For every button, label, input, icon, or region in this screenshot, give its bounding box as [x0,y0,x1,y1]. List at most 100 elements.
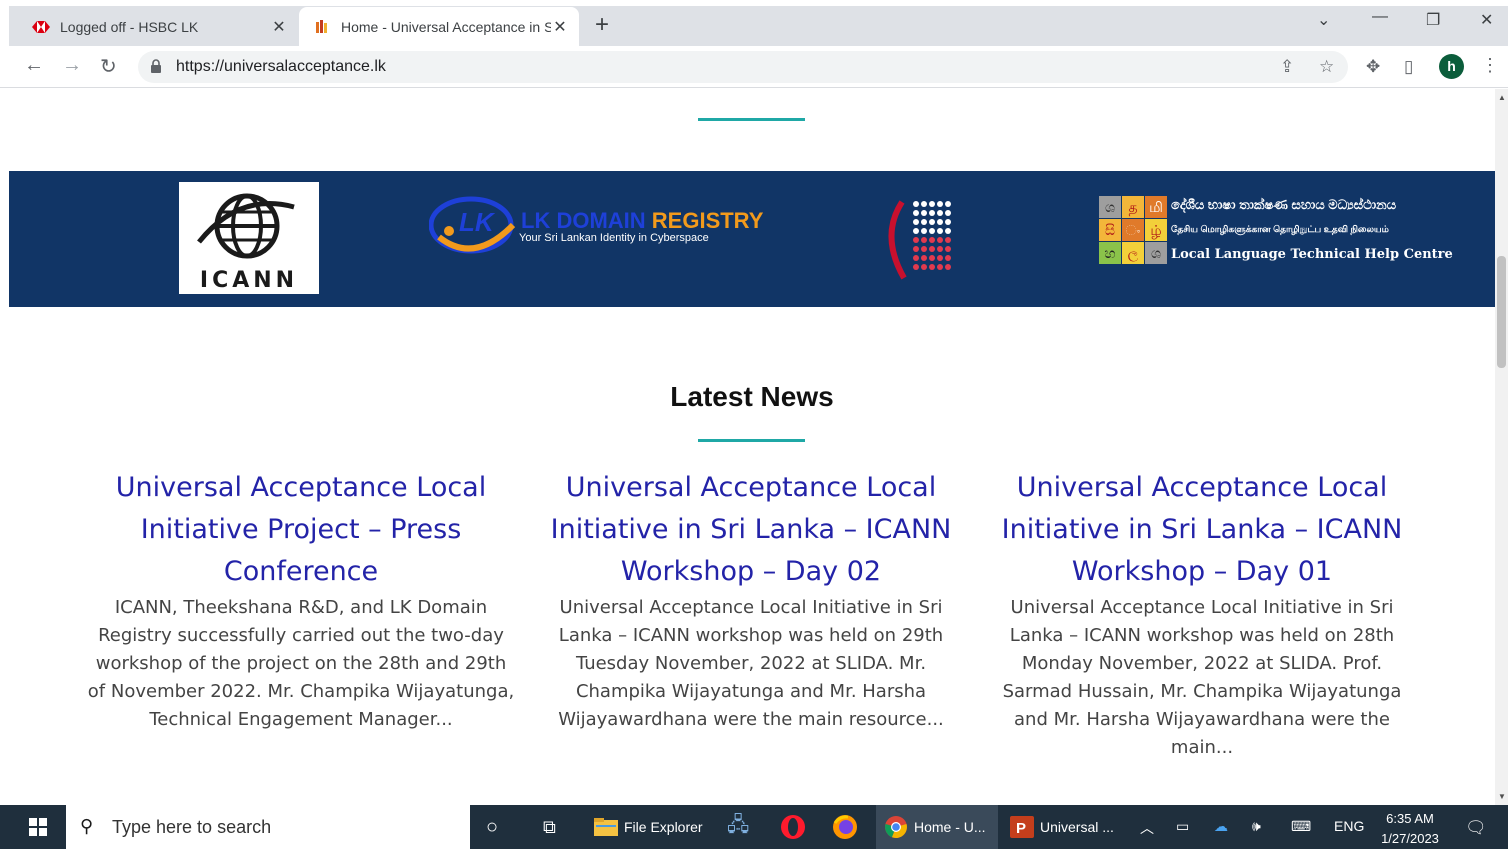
lltc-grid-cell: ශ [1145,242,1167,264]
folder-icon [594,818,618,836]
lk-domain-title-part2: REGISTRY [651,208,764,233]
opera-icon[interactable] [780,805,806,849]
tab-hsbc[interactable]: Logged off - HSBC LK ✕ [18,7,298,46]
onedrive-cloud-icon[interactable]: ☁ [1214,818,1228,835]
language-indicator[interactable]: ENG [1334,818,1364,834]
web-page: ICANN LK LK DOMAIN REGISTRY Your Sri Lan… [9,89,1495,805]
lltc-grid-cell: த [1122,196,1144,218]
new-tab-icon[interactable]: + [595,12,609,38]
lltc-english-name: Local Language Technical Help Centre [1171,247,1453,262]
tab-title: Home - Universal Acceptance in S [341,18,551,35]
lk-domain-registry-logo[interactable]: LK LK DOMAIN REGISTRY Your Sri Lankan Id… [429,195,763,255]
news-title-link[interactable]: Universal Acceptance Local Initiative in… [987,467,1417,593]
taskbar-app-label: File Explorer [624,819,703,835]
lltc-sinhala-name: දේශීය භාෂා තාක්ෂණ සහාය මධ්‍යස්ථානය [1171,197,1397,212]
windows-logo-icon [28,818,47,836]
site-favicon-icon [313,19,331,35]
news-title-link[interactable]: Universal Acceptance Local Initiative Pr… [86,467,516,593]
lltc-tamil-name: தேசிய மொழிகளுக்கான தொழிநுட்ப உதவி நிலையம… [1171,224,1389,234]
lltc-grid-cell: ං [1122,219,1144,241]
svg-text:P: P [1016,820,1026,837]
taskbar-app-chrome[interactable]: Home - U... [876,805,998,849]
back-icon[interactable]: ← [24,54,44,77]
news-excerpt: Universal Acceptance Local Initiative in… [558,597,944,730]
chrome-icon [885,816,907,839]
menu-kebab-icon[interactable]: ⋮ [1481,55,1499,76]
powerpoint-icon: P [1010,816,1034,838]
lltc-grid-cell: ල [1122,242,1144,264]
start-button[interactable] [9,805,66,849]
tab-title: Logged off - HSBC LK [60,18,199,35]
icann-logo[interactable]: ICANN [179,182,319,294]
clock-time: 6:35 AM [1386,811,1434,826]
scrollbar-thumb[interactable] [1497,256,1506,368]
partners-band: ICANN LK LK DOMAIN REGISTRY Your Sri Lan… [9,171,1495,307]
tab-strip: Logged off - HSBC LK ✕ Home - Universal … [0,0,1508,46]
icann-wordmark: ICANN [199,268,299,293]
lltc-letter-grid: ශ த மி සි ං ழ் හ ල ශ [1099,196,1167,264]
show-hidden-icons-chevron-icon[interactable]: ︿ [1140,818,1154,838]
news-card: Universal Acceptance Local Initiative in… [987,467,1417,762]
lk-domain-title-part1: LK DOMAIN [521,208,646,233]
volume-icon[interactable]: 🕪 [1252,818,1261,835]
taskbar-app-label: Home - U... [914,819,986,835]
windows-taskbar: ⚲ Type here to search ○ ⧉ File Explorer … [0,805,1508,849]
taskbar-search-box[interactable]: ⚲ Type here to search [66,805,470,849]
profile-avatar[interactable]: h [1439,54,1464,79]
battery-icon[interactable]: ▭ [1176,818,1189,835]
section-divider [698,118,805,121]
news-card: Universal Acceptance Local Initiative Pr… [86,467,516,734]
clock-date: 1/27/2023 [1381,831,1439,846]
close-window-icon[interactable]: ✕ [1480,10,1493,30]
scroll-down-arrow-icon[interactable]: ▼ [1498,792,1506,801]
keyboard-icon[interactable]: ⌨ [1291,818,1311,835]
extensions-icon[interactable]: ✥ [1366,57,1380,77]
lltc-grid-cell: ழ் [1145,219,1167,241]
taskbar-app-powerpoint[interactable]: P Universal ... [1010,805,1114,849]
lk-badge: LK [459,207,494,237]
scroll-up-arrow-icon[interactable]: ▲ [1498,93,1506,102]
taskbar-app-label: Universal ... [1040,819,1114,835]
task-view-icon[interactable]: ⧉ [543,805,556,849]
notifications-icon[interactable]: 🗨 [1465,818,1487,838]
system-clock[interactable]: 6:35 AM 1/27/2023 [1374,809,1446,849]
lk-domain-tagline: Your Sri Lankan Identity in Cyberspace [519,232,709,244]
reload-icon[interactable]: ↻ [100,54,117,79]
news-excerpt: ICANN, Theekshana R&D, and LK Domain Reg… [87,597,515,730]
tab-universal-acceptance[interactable]: Home - Universal Acceptance in S ✕ [299,7,579,46]
lk-domain-title: LK DOMAIN REGISTRY [521,208,763,234]
dot-matrix-logo[interactable] [884,196,954,282]
lltc-grid-cell: மி [1145,196,1167,218]
browser-toolbar: ← → ↻ https://universalacceptance.lk ⇪ ☆… [0,46,1508,88]
url-text: https://universalacceptance.lk [176,58,386,75]
lock-icon [150,59,162,73]
local-language-help-centre-logo[interactable]: ශ த மி සි ං ழ் හ ල ශ දේශීය භාෂා තාක්ෂණ ස… [1099,196,1453,266]
news-title-link[interactable]: Universal Acceptance Local Initiative in… [536,467,966,593]
lltc-grid-cell: හ [1099,242,1121,264]
close-tab-icon[interactable]: ✕ [270,17,288,37]
latest-news-heading: Latest News [670,381,834,412]
bookmark-star-icon[interactable]: ☆ [1319,57,1334,77]
screen: Logged off - HSBC LK ✕ Home - Universal … [0,0,1508,849]
minimize-icon[interactable]: — [1372,8,1388,26]
restore-icon[interactable]: ❐ [1426,10,1440,30]
lltc-grid-cell: ශ [1099,196,1121,218]
news-divider [698,439,805,442]
news-excerpt: Universal Acceptance Local Initiative in… [1002,597,1402,758]
page-scrollbar[interactable]: ▲ ▼ [1495,89,1508,805]
search-icon: ⚲ [80,816,94,836]
share-icon[interactable]: ⇪ [1280,57,1294,77]
search-placeholder: Type here to search [112,817,272,837]
firefox-icon[interactable] [832,805,858,849]
cortana-icon[interactable]: ○ [486,805,498,849]
taskbar-app-file-explorer[interactable]: File Explorer [594,805,703,849]
news-card: Universal Acceptance Local Initiative in… [536,467,966,734]
address-bar[interactable]: https://universalacceptance.lk ⇪ ☆ [138,51,1348,83]
lltc-grid-cell: සි [1099,219,1121,241]
forward-icon[interactable]: → [62,54,82,77]
close-tab-icon[interactable]: ✕ [551,17,569,37]
network-app-icon[interactable]: 🖧 [727,805,749,849]
side-panel-icon[interactable]: ▯ [1404,57,1413,77]
tab-search-chevron-icon[interactable]: ⌄ [1317,10,1330,30]
hsbc-favicon-icon [32,19,50,35]
